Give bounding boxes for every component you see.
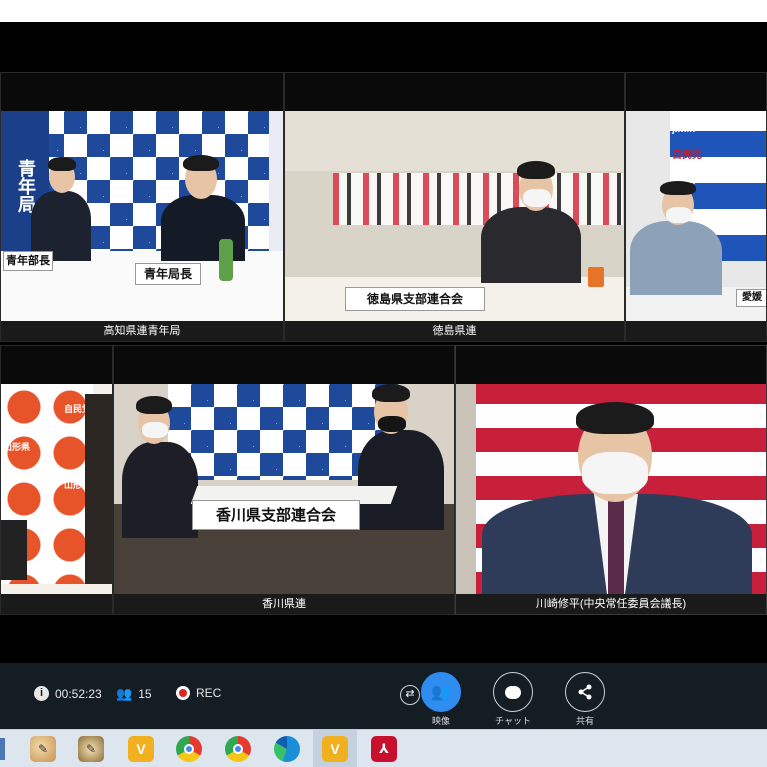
video-feed: 青年局 青年部長 青年局長: [1, 111, 283, 323]
placard-text: 香川県支部連合会: [215, 506, 336, 524]
share-button-label: 共有: [575, 716, 594, 726]
recording-status: REC: [176, 686, 221, 700]
banner-line: 山形県: [63, 480, 91, 490]
paint-app-icon[interactable]: ✎: [78, 736, 104, 762]
banner-line: 自民党: [63, 404, 91, 414]
info-icon[interactable]: i: [34, 686, 49, 701]
pdf-reader-icon[interactable]: ⅄: [371, 736, 397, 762]
video-feed: 自民党 山形県 山形県 自民党: [1, 384, 112, 596]
chat-button[interactable]: [493, 672, 533, 712]
meeting-control-bar: i 00:52:23 👥 15 REC ⇄ 👥 映像 チャット 共有: [0, 663, 767, 729]
person-hair: [660, 181, 696, 195]
switch-camera-icon[interactable]: ⇄: [400, 685, 420, 705]
face-mask: [666, 207, 692, 223]
share-button[interactable]: [565, 672, 605, 712]
v-app-icon[interactable]: V: [128, 736, 154, 762]
video-feed: jimin 自民党 jimin 愛媛 愛媛: [626, 111, 766, 323]
placard-text: 青年局長: [143, 267, 192, 281]
video-tile-kawasaki[interactable]: かながわ 自民党 自民党 川崎修平(中央常任委員会議長): [455, 345, 767, 615]
video-tile-ehime[interactable]: jimin 自民党 jimin 愛媛 愛媛: [625, 72, 767, 342]
banner-line: jimin: [672, 124, 696, 135]
edge-icon[interactable]: [274, 736, 300, 762]
placard-text: 愛媛: [742, 292, 762, 303]
participant-name: 高知県連青年局: [1, 321, 283, 341]
banner-line: 山形県: [3, 442, 31, 452]
person-suit: [481, 207, 581, 283]
face-mask: [142, 422, 168, 438]
participants-icon[interactable]: 👥: [116, 686, 132, 702]
banner-line: 自民党: [729, 406, 762, 418]
elapsed-value: 00:52:23: [55, 686, 102, 701]
placard-text: 青年部長: [6, 254, 50, 267]
share-icon: [578, 684, 592, 700]
record-icon: [176, 686, 190, 700]
participant-name: 徳島県連: [285, 321, 624, 341]
person-hair: [372, 384, 410, 402]
chat-bubble-icon: [505, 685, 521, 699]
chrome-icon[interactable]: [176, 736, 202, 762]
participant-count-value: 15: [138, 687, 152, 701]
person-hair: [48, 157, 76, 171]
video-button-label: 映像: [431, 716, 450, 726]
video-feed: 香川県支部連合会: [114, 384, 454, 596]
meeting-screen: 青年局 青年部長 青年局長 高知県連青年局 徳島県支部連合会 徳島県連 jimi…: [0, 0, 767, 767]
name-placard: 徳島県支部連合会: [345, 287, 485, 311]
person-hair: [576, 402, 654, 434]
people-icon: 👥: [431, 684, 451, 701]
rec-label: REC: [196, 686, 222, 700]
video-tile-kagawa[interactable]: 香川県支部連合会 香川県連: [113, 345, 455, 615]
name-placard: 香川県支部連合会: [192, 500, 360, 530]
video-feed: かながわ 自民党 自民党: [456, 384, 766, 596]
paint-palette-icon[interactable]: ✎: [30, 736, 56, 762]
name-placard: 愛媛: [736, 289, 766, 307]
wall: [285, 111, 624, 171]
name-placard: 青年部長: [3, 251, 53, 271]
face-mask: [378, 416, 406, 432]
chrome-icon[interactable]: [225, 736, 251, 762]
banner-line: 自民党: [672, 150, 702, 161]
name-placard: 青年局長: [135, 263, 201, 285]
person-suit: [358, 430, 444, 530]
video-tile-tokushima[interactable]: 徳島県支部連合会 徳島県連: [284, 72, 625, 342]
cup: [588, 267, 604, 287]
person-partial: [85, 394, 112, 584]
artwork-strip: [333, 173, 623, 225]
face-mask: [582, 452, 648, 494]
participant-name: [1, 594, 112, 614]
person-suit: [630, 221, 722, 295]
elapsed-time: i 00:52:23: [34, 686, 102, 701]
taskbar-edge-icon[interactable]: [0, 738, 5, 760]
video-button[interactable]: 👥: [421, 672, 461, 712]
taskbar: ✎ ✎ V V ⅄: [0, 729, 767, 767]
participant-name: [626, 321, 766, 341]
participant-name: 香川県連: [114, 594, 454, 614]
video-tile-kochi[interactable]: 青年局 青年部長 青年局長 高知県連青年局: [0, 72, 284, 342]
v-app-icon-active[interactable]: V: [322, 736, 348, 762]
chat-button-label: チャット: [495, 716, 531, 726]
video-feed: 徳島県支部連合会: [285, 111, 624, 323]
person-partial: [1, 520, 27, 580]
wall-left: [456, 384, 476, 596]
window-top-strip: [0, 0, 767, 22]
person-hair: [183, 155, 219, 171]
person-hair: [517, 161, 555, 179]
bottle: [219, 239, 233, 281]
person-hair: [136, 396, 172, 414]
face-mask: [523, 189, 551, 207]
necktie: [608, 500, 624, 596]
video-tile-yamagata[interactable]: 自民党 山形県 山形県 自民党: [0, 345, 113, 615]
banner-line: かながわ: [478, 406, 522, 418]
placard-text: 徳島県支部連合会: [366, 292, 463, 306]
participant-name: 川崎修平(中央常任委員会議長): [456, 594, 766, 614]
person-suit: [122, 442, 198, 538]
participant-count: 👥 15: [116, 686, 152, 702]
